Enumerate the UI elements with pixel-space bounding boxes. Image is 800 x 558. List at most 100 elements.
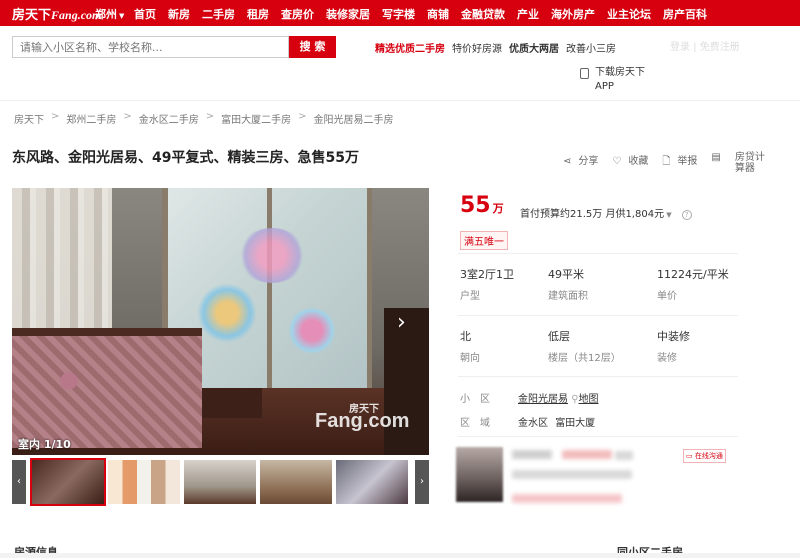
- page-title: 东风路、金阳光居易、49平复式、精装三房、急售55万: [12, 150, 359, 166]
- price-unit: 万: [492, 202, 504, 215]
- favorite-button[interactable]: ♡ 收藏: [612, 152, 655, 174]
- listing-tools: ⋖ 分享 ♡ 收藏 🗋 举报 ▤ 房贷计算器: [563, 152, 774, 174]
- nav-link[interactable]: 二手房: [202, 6, 235, 22]
- login-links: 登录 | 免费注册: [670, 42, 740, 53]
- download-line2: APP: [595, 81, 614, 92]
- report-label: 举报: [677, 156, 698, 167]
- share-icon: ⋖: [563, 156, 572, 167]
- nav-link[interactable]: 房产百科: [663, 6, 707, 22]
- report-button[interactable]: 🗋 举报: [662, 152, 704, 174]
- thumb-next-icon[interactable]: ›: [415, 460, 429, 504]
- district-row: 区域 金水区 富田大厦: [460, 414, 595, 429]
- price-value: 55: [460, 193, 491, 218]
- search-button[interactable]: 搜 索: [289, 36, 336, 58]
- question-icon[interactable]: ?: [681, 210, 692, 220]
- caret-down-icon: ▼: [119, 12, 125, 20]
- price: 55 万: [460, 193, 504, 218]
- nav-link[interactable]: 写字楼: [382, 6, 415, 22]
- breadcrumb-item[interactable]: 金水区二手房: [139, 111, 199, 126]
- calculator-icon: ▤: [711, 152, 721, 163]
- chevron-right-icon: >: [123, 111, 132, 122]
- spec-unit-price: 11224元/平米 单价: [657, 268, 729, 302]
- register-link[interactable]: 免费注册: [700, 42, 740, 53]
- breadcrumb-item[interactable]: 郑州二手房: [66, 111, 116, 126]
- payment-info: 首付预算约21.5万 月供1,804元 ▼?: [520, 205, 692, 220]
- bed: [12, 328, 202, 448]
- chevron-right-icon: >: [298, 111, 307, 122]
- main-nav-links: 首页 新房 二手房 租房 查房价 装修家居 写字楼 商铺 金融贷款 产业 海外房产 业主论坛 房产百科: [134, 6, 719, 22]
- breadcrumb-item[interactable]: 富田大厦二手房: [221, 111, 291, 126]
- phone-icon: [580, 68, 589, 79]
- logo-suffix: Fang.com: [51, 8, 102, 22]
- share-label: 分享: [578, 156, 599, 167]
- share-button[interactable]: ⋖ 分享: [563, 152, 605, 174]
- spec-area: 49平米 建筑面积: [548, 268, 588, 302]
- community-label: 小区: [460, 394, 500, 405]
- spec-floor: 低层 楼层（共12层）: [548, 330, 621, 364]
- nav-link[interactable]: 新房: [168, 6, 190, 22]
- agent-badge-blurred: [562, 450, 612, 459]
- photo-counter: 室内 1/10: [18, 438, 71, 451]
- main-photo[interactable]: 房天下 Fang.com › 室内 1/10: [12, 188, 429, 455]
- payment-text: 首付预算约21.5万 月供1,804元: [520, 209, 665, 220]
- login-link[interactable]: 登录: [670, 42, 690, 53]
- favorite-label: 收藏: [628, 156, 649, 167]
- community-row: 小区 金阳光居易 ⚲地图: [460, 390, 599, 405]
- quick-link-two-room[interactable]: 优质大两居: [509, 40, 559, 55]
- spec-orientation: 北朝向: [460, 330, 480, 364]
- document-icon: 🗋: [662, 156, 671, 167]
- search-input[interactable]: [12, 36, 289, 58]
- quick-link-special[interactable]: 特价好房源: [452, 40, 502, 55]
- breadcrumb-item[interactable]: 金阳光居易二手房: [314, 111, 394, 126]
- calculator-button[interactable]: ▤: [711, 152, 727, 174]
- breadcrumb-item[interactable]: 房天下: [14, 111, 44, 126]
- thumbnail[interactable]: [30, 458, 106, 506]
- map-link[interactable]: 地图: [579, 394, 599, 405]
- nav-link[interactable]: 首页: [134, 6, 156, 22]
- district-area[interactable]: 金水区: [518, 418, 548, 429]
- thumbnail[interactable]: [108, 460, 180, 504]
- quick-link-quality[interactable]: 精选优质二手房: [375, 40, 445, 55]
- tag-badge: 满五唯一: [460, 231, 508, 250]
- breadcrumb: 房天下 > 郑州二手房 > 金水区二手房 > 富田大厦二手房 > 金阳光居易二手房: [14, 111, 394, 126]
- district-label: 区域: [460, 418, 500, 429]
- city-selector[interactable]: 郑州 ▼: [95, 6, 124, 22]
- top-nav: 房天下Fang.com 郑州 ▼ 首页 新房 二手房 租房 查房价 装修家居 写字楼 商铺 金融贷…: [0, 0, 800, 26]
- district-sub[interactable]: 富田大厦: [555, 418, 595, 429]
- spec-layout: 3室2厅1卫 户型: [460, 268, 514, 302]
- chevron-right-icon: >: [51, 111, 60, 122]
- caret-down-icon[interactable]: ▼: [664, 211, 671, 219]
- watermark: Fang.com: [315, 410, 410, 432]
- city-name: 郑州: [95, 8, 117, 21]
- agent-info-blurred: [512, 470, 632, 479]
- thumbnail[interactable]: [184, 460, 256, 504]
- quick-link-three-room[interactable]: 改善小三房: [566, 40, 616, 55]
- nav-link[interactable]: 装修家居: [326, 6, 370, 22]
- agent-phone-blurred: [512, 494, 622, 503]
- next-photo-arrow-icon[interactable]: ›: [397, 308, 415, 338]
- thumbnail[interactable]: [260, 460, 332, 504]
- online-chat-button[interactable]: ▭ 在线沟通: [683, 449, 726, 463]
- logo[interactable]: 房天下Fang.com: [12, 4, 101, 23]
- calculator-label[interactable]: 房贷计算器: [735, 152, 767, 174]
- nav-link[interactable]: 产业: [517, 6, 539, 22]
- nav-link[interactable]: 业主论坛: [607, 6, 651, 22]
- thumbnail-strip: [30, 458, 412, 506]
- nav-link[interactable]: 海外房产: [551, 6, 595, 22]
- download-app[interactable]: 下载房天下 APP: [580, 66, 645, 94]
- thumbnail[interactable]: [336, 460, 408, 504]
- agent-avatar[interactable]: [456, 447, 503, 502]
- quick-links: 精选优质二手房 特价好房源 优质大两居 改善小三房: [375, 40, 623, 55]
- nav-link[interactable]: 商铺: [427, 6, 449, 22]
- nav-link[interactable]: 金融贷款: [461, 6, 505, 22]
- spec-decoration: 中装修 装修: [657, 330, 690, 364]
- chevron-right-icon: >: [205, 111, 215, 122]
- community-link[interactable]: 金阳光居易: [518, 394, 568, 405]
- thumb-prev-icon[interactable]: ‹: [12, 460, 26, 504]
- nav-link[interactable]: 租房: [247, 6, 269, 22]
- header-divider: [0, 100, 800, 101]
- download-line1: 下载房天下: [595, 67, 645, 78]
- map-pin-icon: ⚲: [571, 394, 579, 405]
- agent-name-blurred: [512, 450, 552, 459]
- nav-link[interactable]: 查房价: [281, 6, 314, 22]
